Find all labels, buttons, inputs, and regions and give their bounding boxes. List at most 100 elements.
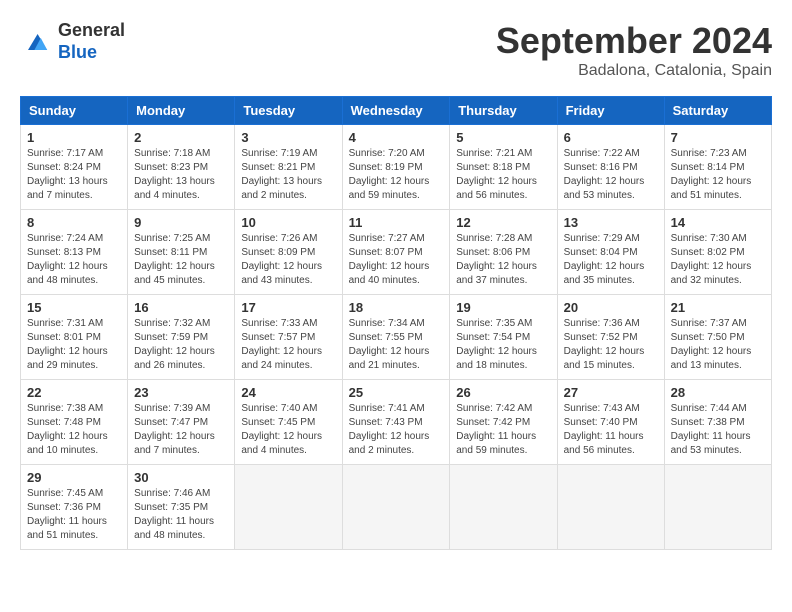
calendar-cell: 22 Sunrise: 7:38 AM Sunset: 7:48 PM Dayl…: [21, 380, 128, 465]
calendar-cell: 26 Sunrise: 7:42 AM Sunset: 7:42 PM Dayl…: [450, 380, 557, 465]
day-info: Sunrise: 7:42 AM Sunset: 7:42 PM Dayligh…: [456, 402, 550, 458]
day-number: 26: [456, 385, 550, 400]
calendar-cell: 4 Sunrise: 7:20 AM Sunset: 8:19 PM Dayli…: [342, 125, 450, 210]
calendar-table: Sunday Monday Tuesday Wednesday Thursday…: [20, 96, 772, 550]
day-number: 14: [671, 215, 765, 230]
day-info: Sunrise: 7:41 AM Sunset: 7:43 PM Dayligh…: [349, 402, 444, 458]
month-title: September 2024: [496, 20, 772, 62]
col-thursday: Thursday: [450, 97, 557, 125]
day-info: Sunrise: 7:45 AM Sunset: 7:36 PM Dayligh…: [27, 487, 121, 543]
day-info: Sunrise: 7:34 AM Sunset: 7:55 PM Dayligh…: [349, 317, 444, 373]
day-number: 10: [241, 215, 335, 230]
col-monday: Monday: [128, 97, 235, 125]
calendar-cell: 16 Sunrise: 7:32 AM Sunset: 7:59 PM Dayl…: [128, 295, 235, 380]
day-info: Sunrise: 7:36 AM Sunset: 7:52 PM Dayligh…: [564, 317, 658, 373]
calendar-cell: 27 Sunrise: 7:43 AM Sunset: 7:40 PM Dayl…: [557, 380, 664, 465]
day-number: 16: [134, 300, 228, 315]
calendar-cell: [557, 465, 664, 550]
day-info: Sunrise: 7:27 AM Sunset: 8:07 PM Dayligh…: [349, 232, 444, 288]
calendar-cell: 21 Sunrise: 7:37 AM Sunset: 7:50 PM Dayl…: [664, 295, 771, 380]
day-info: Sunrise: 7:28 AM Sunset: 8:06 PM Dayligh…: [456, 232, 550, 288]
day-number: 22: [27, 385, 121, 400]
day-info: Sunrise: 7:20 AM Sunset: 8:19 PM Dayligh…: [349, 147, 444, 203]
day-number: 13: [564, 215, 658, 230]
col-wednesday: Wednesday: [342, 97, 450, 125]
day-info: Sunrise: 7:22 AM Sunset: 8:16 PM Dayligh…: [564, 147, 658, 203]
day-info: Sunrise: 7:46 AM Sunset: 7:35 PM Dayligh…: [134, 487, 228, 543]
location: Badalona, Catalonia, Spain: [496, 62, 772, 80]
calendar-cell: 10 Sunrise: 7:26 AM Sunset: 8:09 PM Dayl…: [235, 210, 342, 295]
day-info: Sunrise: 7:18 AM Sunset: 8:23 PM Dayligh…: [134, 147, 228, 203]
day-number: 11: [349, 215, 444, 230]
day-info: Sunrise: 7:39 AM Sunset: 7:47 PM Dayligh…: [134, 402, 228, 458]
logo: General Blue: [20, 20, 125, 63]
day-info: Sunrise: 7:35 AM Sunset: 7:54 PM Dayligh…: [456, 317, 550, 373]
day-number: 12: [456, 215, 550, 230]
calendar-cell: 3 Sunrise: 7:19 AM Sunset: 8:21 PM Dayli…: [235, 125, 342, 210]
calendar-cell: [342, 465, 450, 550]
calendar-cell: 2 Sunrise: 7:18 AM Sunset: 8:23 PM Dayli…: [128, 125, 235, 210]
day-number: 7: [671, 130, 765, 145]
day-number: 1: [27, 130, 121, 145]
day-number: 5: [456, 130, 550, 145]
day-number: 29: [27, 470, 121, 485]
day-number: 4: [349, 130, 444, 145]
day-number: 9: [134, 215, 228, 230]
day-number: 19: [456, 300, 550, 315]
day-number: 8: [27, 215, 121, 230]
day-number: 20: [564, 300, 658, 315]
calendar-header-row: Sunday Monday Tuesday Wednesday Thursday…: [21, 97, 772, 125]
day-number: 28: [671, 385, 765, 400]
day-info: Sunrise: 7:31 AM Sunset: 8:01 PM Dayligh…: [27, 317, 121, 373]
calendar-cell: 1 Sunrise: 7:17 AM Sunset: 8:24 PM Dayli…: [21, 125, 128, 210]
day-info: Sunrise: 7:37 AM Sunset: 7:50 PM Dayligh…: [671, 317, 765, 373]
col-sunday: Sunday: [21, 97, 128, 125]
day-number: 17: [241, 300, 335, 315]
calendar-cell: [450, 465, 557, 550]
calendar-cell: 6 Sunrise: 7:22 AM Sunset: 8:16 PM Dayli…: [557, 125, 664, 210]
day-number: 18: [349, 300, 444, 315]
calendar-cell: 8 Sunrise: 7:24 AM Sunset: 8:13 PM Dayli…: [21, 210, 128, 295]
calendar-cell: 28 Sunrise: 7:44 AM Sunset: 7:38 PM Dayl…: [664, 380, 771, 465]
calendar-cell: 9 Sunrise: 7:25 AM Sunset: 8:11 PM Dayli…: [128, 210, 235, 295]
day-number: 30: [134, 470, 228, 485]
calendar-cell: 15 Sunrise: 7:31 AM Sunset: 8:01 PM Dayl…: [21, 295, 128, 380]
calendar-week-row: 1 Sunrise: 7:17 AM Sunset: 8:24 PM Dayli…: [21, 125, 772, 210]
day-number: 27: [564, 385, 658, 400]
calendar-cell: 19 Sunrise: 7:35 AM Sunset: 7:54 PM Dayl…: [450, 295, 557, 380]
calendar-cell: 18 Sunrise: 7:34 AM Sunset: 7:55 PM Dayl…: [342, 295, 450, 380]
day-number: 15: [27, 300, 121, 315]
calendar-cell: 23 Sunrise: 7:39 AM Sunset: 7:47 PM Dayl…: [128, 380, 235, 465]
day-number: 6: [564, 130, 658, 145]
logo-general-text: General: [58, 20, 125, 40]
col-friday: Friday: [557, 97, 664, 125]
day-number: 23: [134, 385, 228, 400]
calendar-cell: 13 Sunrise: 7:29 AM Sunset: 8:04 PM Dayl…: [557, 210, 664, 295]
calendar-cell: 11 Sunrise: 7:27 AM Sunset: 8:07 PM Dayl…: [342, 210, 450, 295]
col-tuesday: Tuesday: [235, 97, 342, 125]
day-info: Sunrise: 7:25 AM Sunset: 8:11 PM Dayligh…: [134, 232, 228, 288]
day-info: Sunrise: 7:29 AM Sunset: 8:04 PM Dayligh…: [564, 232, 658, 288]
day-number: 25: [349, 385, 444, 400]
day-info: Sunrise: 7:30 AM Sunset: 8:02 PM Dayligh…: [671, 232, 765, 288]
day-info: Sunrise: 7:21 AM Sunset: 8:18 PM Dayligh…: [456, 147, 550, 203]
calendar-cell: 17 Sunrise: 7:33 AM Sunset: 7:57 PM Dayl…: [235, 295, 342, 380]
day-info: Sunrise: 7:26 AM Sunset: 8:09 PM Dayligh…: [241, 232, 335, 288]
title-block: September 2024 Badalona, Catalonia, Spai…: [496, 20, 772, 80]
calendar-week-row: 8 Sunrise: 7:24 AM Sunset: 8:13 PM Dayli…: [21, 210, 772, 295]
calendar-week-row: 29 Sunrise: 7:45 AM Sunset: 7:36 PM Dayl…: [21, 465, 772, 550]
calendar-cell: 5 Sunrise: 7:21 AM Sunset: 8:18 PM Dayli…: [450, 125, 557, 210]
day-info: Sunrise: 7:40 AM Sunset: 7:45 PM Dayligh…: [241, 402, 335, 458]
logo-icon: [20, 26, 52, 58]
calendar-cell: 7 Sunrise: 7:23 AM Sunset: 8:14 PM Dayli…: [664, 125, 771, 210]
day-info: Sunrise: 7:38 AM Sunset: 7:48 PM Dayligh…: [27, 402, 121, 458]
day-info: Sunrise: 7:32 AM Sunset: 7:59 PM Dayligh…: [134, 317, 228, 373]
page-header: General Blue September 2024 Badalona, Ca…: [20, 20, 772, 80]
calendar-cell: 14 Sunrise: 7:30 AM Sunset: 8:02 PM Dayl…: [664, 210, 771, 295]
day-number: 21: [671, 300, 765, 315]
calendar-cell: 25 Sunrise: 7:41 AM Sunset: 7:43 PM Dayl…: [342, 380, 450, 465]
calendar-cell: 29 Sunrise: 7:45 AM Sunset: 7:36 PM Dayl…: [21, 465, 128, 550]
col-saturday: Saturday: [664, 97, 771, 125]
day-number: 2: [134, 130, 228, 145]
day-info: Sunrise: 7:43 AM Sunset: 7:40 PM Dayligh…: [564, 402, 658, 458]
